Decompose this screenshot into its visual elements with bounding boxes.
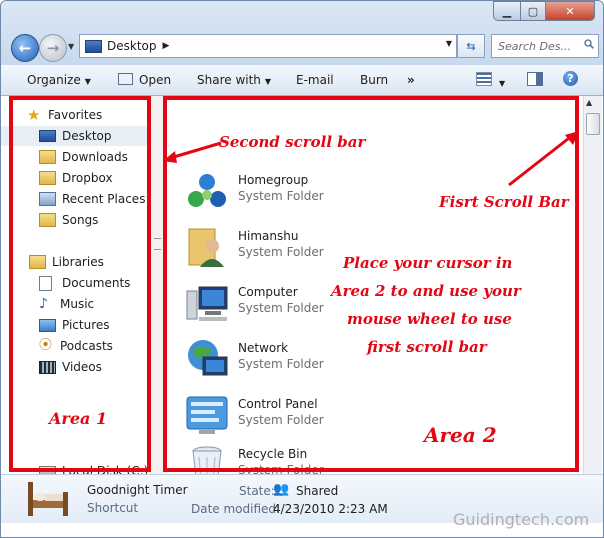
help-button[interactable]: ? [563, 71, 578, 86]
back-arrow-icon: ← [18, 39, 32, 57]
open-button[interactable]: Open [118, 73, 171, 87]
share-with-button[interactable]: Share with ▼ [197, 73, 271, 87]
organize-button[interactable]: Organize ▼ [27, 73, 91, 87]
annotation-arrow-up [508, 131, 579, 187]
explorer-window: ▁ ▢ ✕ ← → ▼ Desktop ▶ ▼ ⇆ Search Des... … [0, 0, 604, 538]
forward-button[interactable]: → [39, 34, 67, 62]
minimize-button[interactable]: ▁ [493, 1, 521, 21]
scrollbar-thumb[interactable] [586, 113, 600, 135]
search-input[interactable]: Search Des... [491, 34, 599, 58]
back-button[interactable]: ← [11, 34, 39, 62]
address-location[interactable]: Desktop [107, 39, 157, 53]
burn-button[interactable]: Burn [360, 73, 388, 87]
annotation-instruction-line-4: first scroll bar [367, 338, 487, 356]
preview-pane-button[interactable] [527, 72, 543, 89]
share-with-label: Share with [197, 73, 261, 87]
chevron-down-icon[interactable]: ▼ [446, 39, 452, 48]
refresh-icon: ⇆ [466, 39, 476, 53]
annotation-area-2: Area 2 [424, 423, 497, 447]
organize-label: Organize [27, 73, 81, 87]
annotation-arrow-left [163, 141, 222, 163]
forward-arrow-icon: → [46, 39, 60, 57]
chevron-down-icon: ▼ [84, 77, 91, 86]
more-commands-button[interactable]: » [407, 73, 415, 87]
chevron-down-icon: ▼ [68, 42, 75, 51]
scroll-up-icon[interactable]: ▲ [586, 98, 592, 107]
file-list-scrollbar[interactable]: ▲ [583, 96, 602, 474]
close-button[interactable]: ✕ [546, 1, 595, 21]
details-state-label: State: [239, 484, 275, 498]
view-icon [476, 72, 492, 86]
shared-users-icon: 👥 [273, 482, 290, 497]
annotation-instruction-line-1: Place your cursor in [343, 254, 513, 272]
chevron-down-icon: ▼ [499, 79, 506, 88]
recent-pages-dropdown[interactable]: ▼ [68, 42, 74, 51]
help-icon: ? [563, 71, 578, 86]
command-bar: Organize ▼ Open Share with ▼ E-mail Burn »… [1, 65, 603, 96]
maximize-button[interactable]: ▢ [521, 1, 546, 21]
details-date-value: 4/23/2010 2:23 AM [273, 502, 388, 516]
email-button[interactable]: E-mail [296, 73, 334, 87]
window-controls: ▁ ▢ ✕ [493, 1, 597, 21]
desktop-icon [85, 39, 102, 53]
window-chrome: ▁ ▢ ✕ ← → ▼ Desktop ▶ ▼ ⇆ Search Des... [1, 1, 603, 65]
search-placeholder: Search Des... [498, 39, 571, 53]
annotation-area-1: Area 1 [49, 409, 108, 428]
view-options-button[interactable]: ▼ [476, 72, 505, 89]
details-date-label: Date modified: [191, 502, 281, 516]
annotation-second-scroll-bar: Second scroll bar [219, 133, 366, 151]
address-bar[interactable]: Desktop ▶ ▼ [79, 34, 457, 58]
details-state-value: Shared [296, 484, 339, 498]
chevron-down-icon: ▼ [264, 77, 272, 86]
chevron-right-icon[interactable]: ▶ [163, 41, 170, 51]
open-icon [118, 73, 133, 85]
annotation-instruction-line-2: Area 2 to and use your [331, 282, 521, 300]
scrollbar-grip[interactable] [154, 238, 161, 250]
details-item-kind: Shortcut [87, 501, 139, 515]
open-label: Open [139, 73, 172, 87]
annotation-instruction-line-3: mouse wheel to use [347, 310, 512, 328]
annotation-first-scroll-bar: Fisrt Scroll Bar [439, 193, 569, 211]
details-item-name: Goodnight Timer [87, 483, 188, 497]
bed-icon [28, 482, 68, 516]
search-icon[interactable] [584, 39, 594, 49]
refresh-button[interactable]: ⇆ [457, 34, 485, 58]
preview-pane-icon [527, 72, 543, 86]
watermark-text: Guidingtech.com [453, 510, 590, 529]
